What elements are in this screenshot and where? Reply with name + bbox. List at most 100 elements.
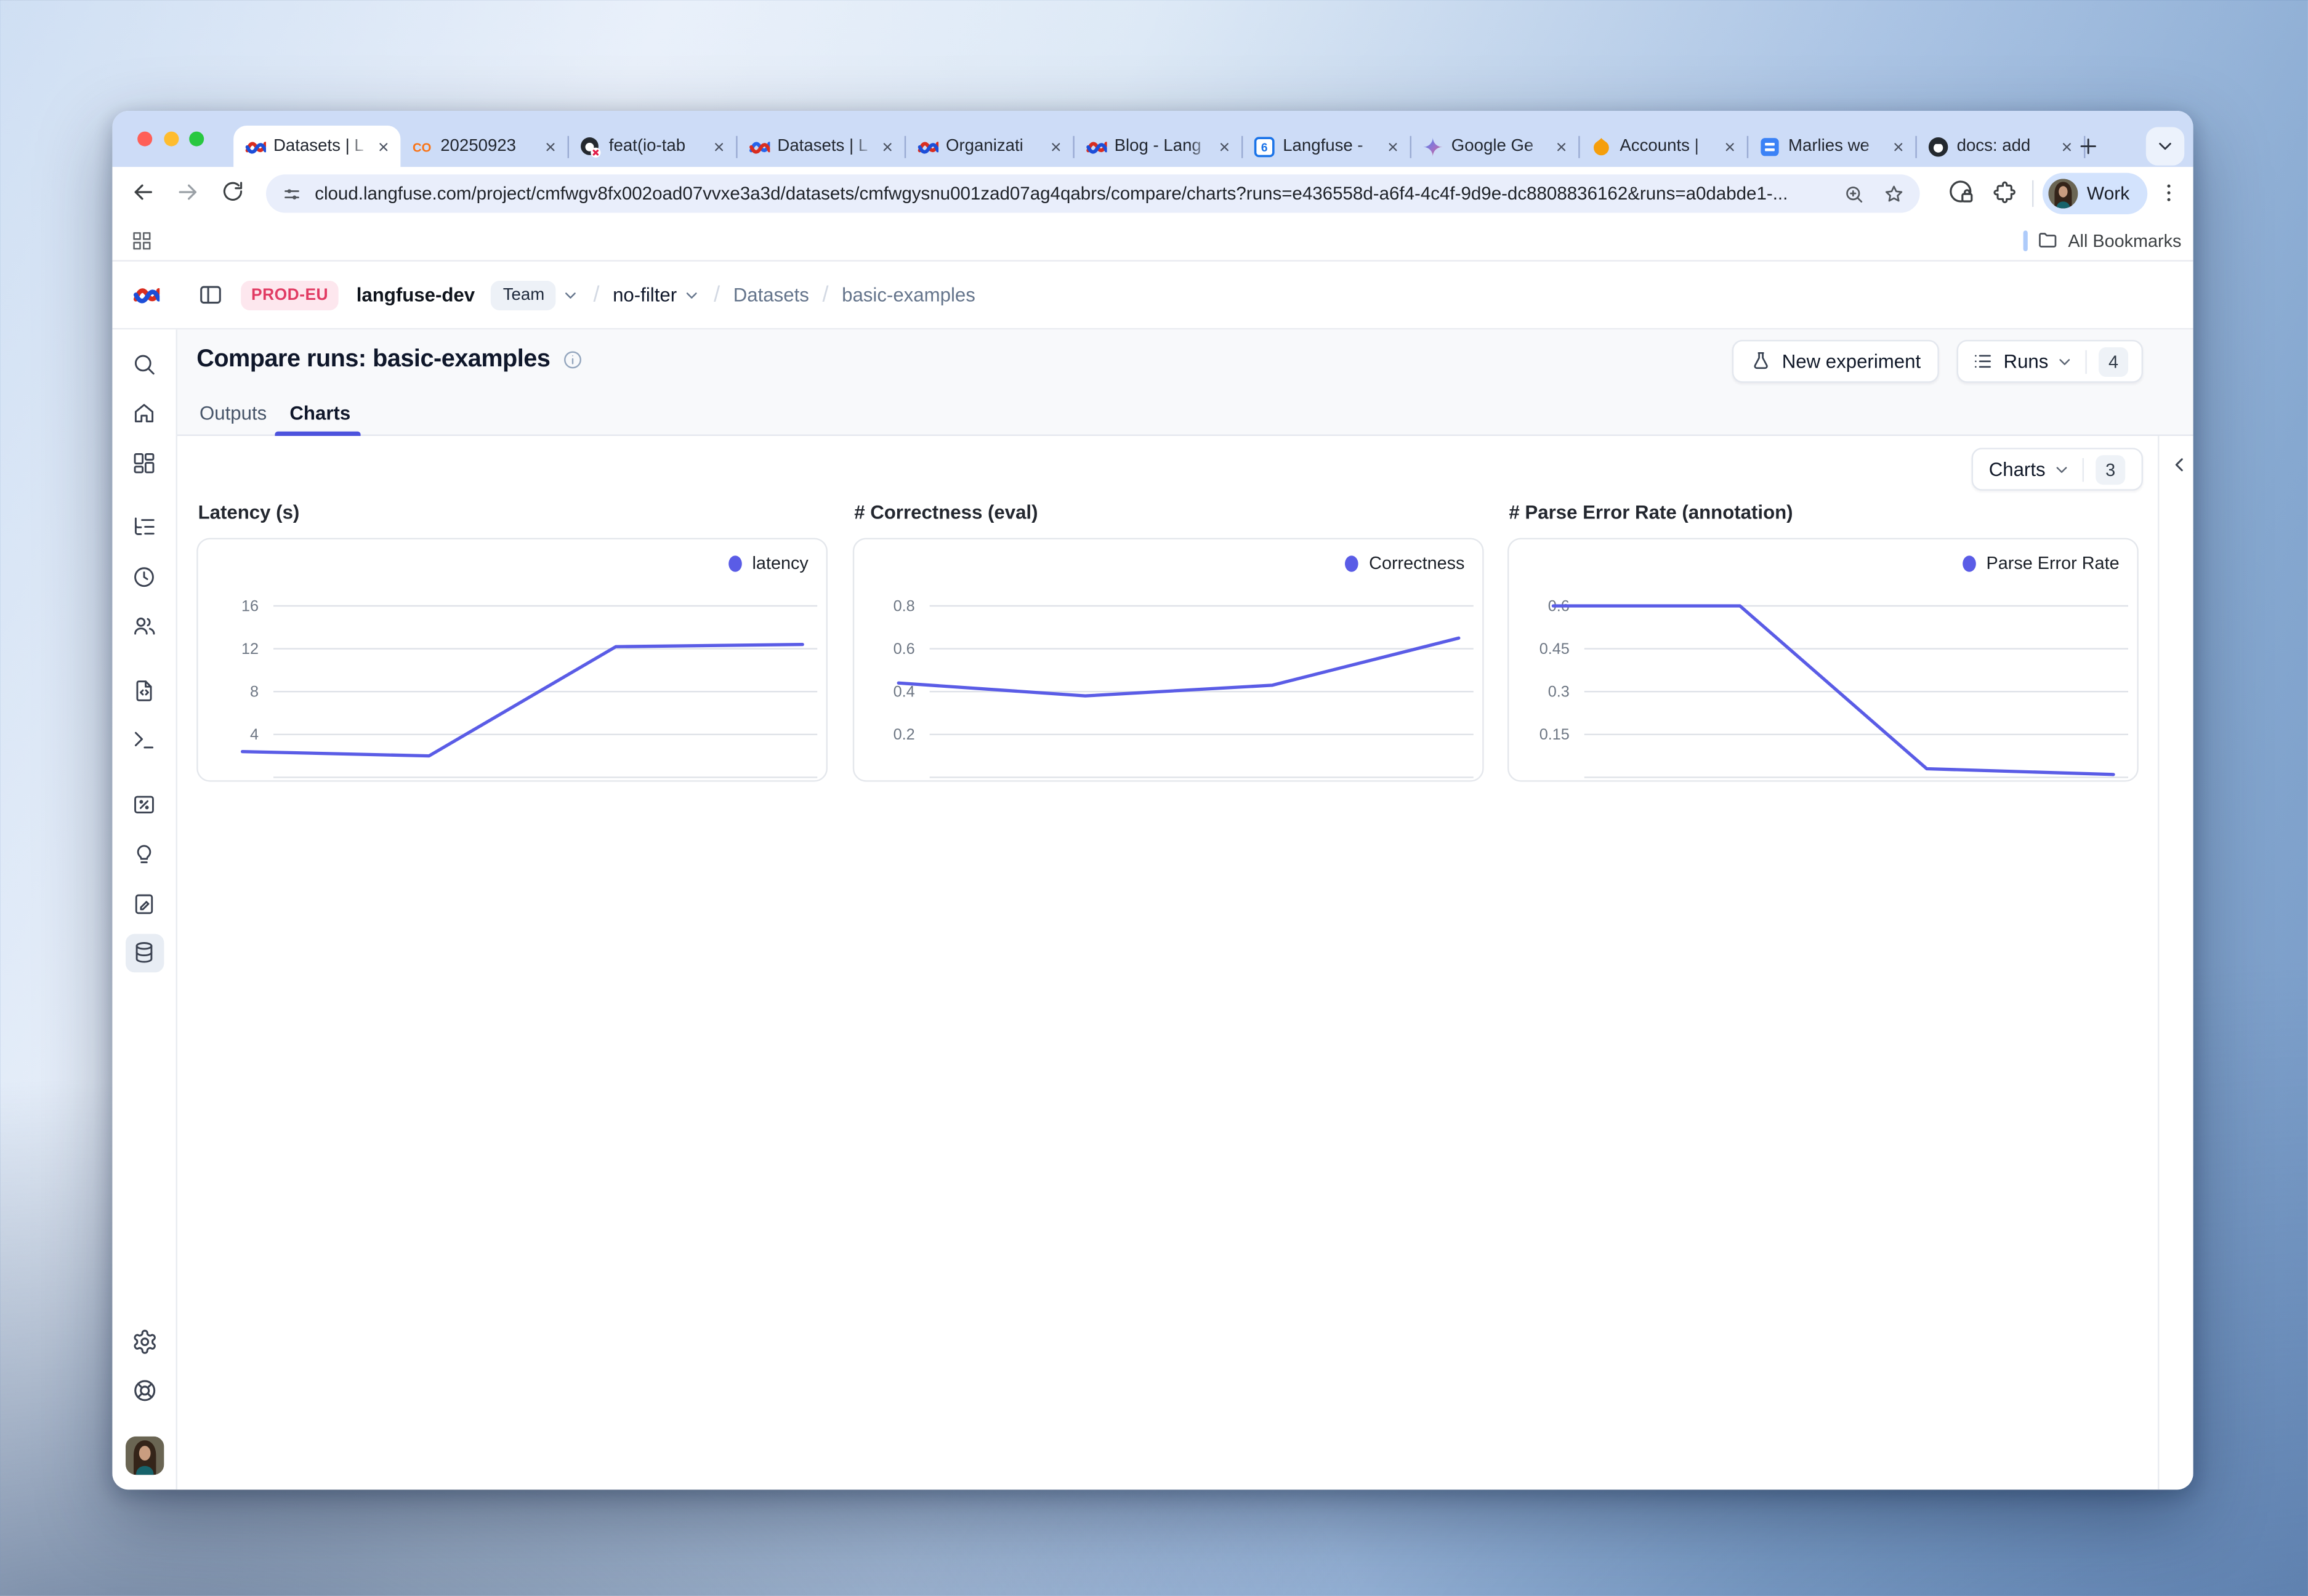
tab-close-button[interactable] [1723, 140, 1737, 153]
sidebar-item-dashboard[interactable] [125, 443, 163, 482]
org-switcher-chevron-icon[interactable] [562, 286, 580, 304]
tab-close-button[interactable] [1892, 140, 1905, 153]
browser-tab[interactable]: feat(io-tab [569, 126, 736, 167]
page-title: Compare runs: basic-examples [196, 346, 584, 374]
window-minimize-button[interactable] [163, 132, 178, 147]
org-plan-badge: Team [491, 280, 557, 310]
browser-tab[interactable]: Marlies we [1748, 126, 1915, 167]
sidebar-item-sessions[interactable] [125, 557, 163, 595]
sidebar-item-datasets[interactable] [125, 933, 163, 972]
back-button[interactable] [130, 179, 156, 205]
project-switcher-chevron-icon[interactable] [683, 286, 701, 304]
apps-grid-icon[interactable] [130, 228, 153, 252]
sidebar-item-home[interactable] [125, 394, 163, 432]
org-name[interactable]: langfuse-dev [357, 284, 475, 306]
tab-close-button[interactable] [1218, 140, 1232, 153]
profile-avatar [2048, 179, 2078, 208]
tab-close-button[interactable] [712, 140, 726, 153]
tab-close-button[interactable] [377, 140, 390, 153]
collapse-panel-button[interactable] [2168, 454, 2190, 476]
project-name[interactable]: no-filter [613, 284, 677, 306]
breadcrumb-dataset-name[interactable]: basic-examples [842, 284, 975, 306]
sidebar-item-users[interactable] [125, 607, 163, 645]
sidebar-item-settings[interactable] [126, 1323, 164, 1361]
tab-outputs[interactable]: Outputs [200, 402, 267, 424]
tab-close-button[interactable] [2060, 140, 2074, 153]
tab-charts[interactable]: Charts [289, 402, 350, 424]
sidebar-item-insights[interactable] [125, 834, 163, 873]
tab-close-button[interactable] [1049, 140, 1063, 153]
url-text: cloud.langfuse.com/project/cmfwgv8fx002o… [315, 183, 1828, 204]
runs-dropdown-button[interactable]: Runs 4 [1956, 340, 2143, 383]
chart-title: # Correctness (eval) [854, 501, 1483, 523]
forward-arrow-icon [174, 179, 201, 205]
svg-text:CO: CO [413, 140, 431, 154]
url-bar[interactable]: cloud.langfuse.com/project/cmfwgv8fx002o… [266, 174, 1920, 212]
settings-icon [132, 1329, 158, 1355]
sidebar-item-evals[interactable] [125, 784, 163, 823]
window-zoom-button[interactable] [189, 132, 204, 147]
tab-close-button[interactable] [544, 140, 557, 153]
browser-tab[interactable]: CO20250923 [400, 126, 567, 167]
legend-dot-icon [1963, 555, 1976, 571]
close-x-icon [1218, 140, 1232, 153]
coderabbit-favicon: CO [411, 135, 433, 158]
sidebar-item-playground[interactable] [125, 720, 163, 759]
support-icon [132, 1377, 158, 1404]
browser-tab-strip: Datasets | LCO20250923feat(io-tabDataset… [112, 111, 2193, 167]
tab-overflow-button[interactable] [2146, 127, 2184, 165]
zoom-in-icon[interactable] [1843, 182, 1865, 204]
window-close-button[interactable] [137, 132, 152, 147]
github-x-favicon [579, 135, 602, 158]
reload-button[interactable] [220, 179, 246, 204]
environment-badge: PROD-EU [241, 280, 339, 310]
browser-tab[interactable]: Blog - Lang [1075, 126, 1241, 167]
sidebar-item-tracing[interactable] [125, 507, 163, 546]
line-series [243, 645, 803, 756]
langfuse-logo [132, 281, 160, 309]
new-experiment-button[interactable]: New experiment [1732, 340, 1939, 383]
sidebar-item-annotation[interactable] [125, 884, 163, 922]
browser-tab[interactable]: Datasets | L [233, 126, 400, 167]
chart-block: # Parse Error Rate (annotation)0.60.450.… [1507, 501, 2139, 782]
browser-tab[interactable]: 6Langfuse - [1243, 126, 1410, 167]
forward-button[interactable] [174, 179, 201, 205]
browser-menu-kebab-icon[interactable] [2157, 180, 2182, 206]
sidebar-item-support[interactable] [126, 1371, 164, 1409]
all-bookmarks-button[interactable]: All Bookmarks [2068, 230, 2181, 251]
tab-close-button[interactable] [1386, 140, 1400, 153]
sidebar-toggle-icon[interactable] [198, 282, 224, 307]
browser-tab[interactable]: Organizati [906, 126, 1073, 167]
browser-tab[interactable]: docs: add [1917, 126, 2084, 167]
tab-title: Accounts | [1620, 137, 1716, 155]
blue-list-favicon [1759, 135, 1781, 158]
profile-chip[interactable]: Work [2043, 173, 2147, 214]
privacy-lock-icon[interactable] [1947, 177, 1976, 207]
tab-close-button[interactable] [1555, 140, 1568, 153]
breadcrumb-separator: / [822, 282, 828, 307]
sidebar-item-prompts[interactable] [125, 671, 163, 709]
sidebar-item-search[interactable] [125, 344, 163, 382]
desktop: Datasets | LCO20250923feat(io-tabDataset… [0, 0, 2308, 1596]
privacy-lock-icon [1947, 177, 1976, 207]
page-header: Compare runs: basic-examples New experim… [177, 329, 2193, 393]
charts-dropdown-button[interactable]: Charts 3 [1971, 448, 2143, 491]
browser-tab[interactable]: Google Ge [1411, 126, 1578, 167]
breadcrumb-datasets[interactable]: Datasets [733, 284, 809, 306]
browser-tab[interactable]: Accounts | [1580, 126, 1747, 167]
sidebar-user-avatar[interactable] [126, 1437, 164, 1475]
tab-close-button[interactable] [881, 140, 894, 153]
new-tab-button[interactable] [2076, 134, 2100, 158]
kebab-icon [2157, 180, 2182, 206]
bookmark-star-icon[interactable] [1883, 182, 1905, 204]
close-x-icon [2060, 140, 2074, 153]
info-icon[interactable] [562, 349, 584, 371]
close-x-icon [881, 140, 894, 153]
prompts-icon [132, 677, 157, 703]
chart-title: Latency (s) [198, 501, 828, 523]
browser-tab[interactable]: Datasets | L [738, 126, 905, 167]
site-settings-icon[interactable] [281, 182, 303, 204]
extensions-puzzle-icon[interactable] [1992, 180, 2017, 206]
sidebar-footer [112, 1323, 177, 1475]
dashboard-icon [132, 450, 157, 475]
